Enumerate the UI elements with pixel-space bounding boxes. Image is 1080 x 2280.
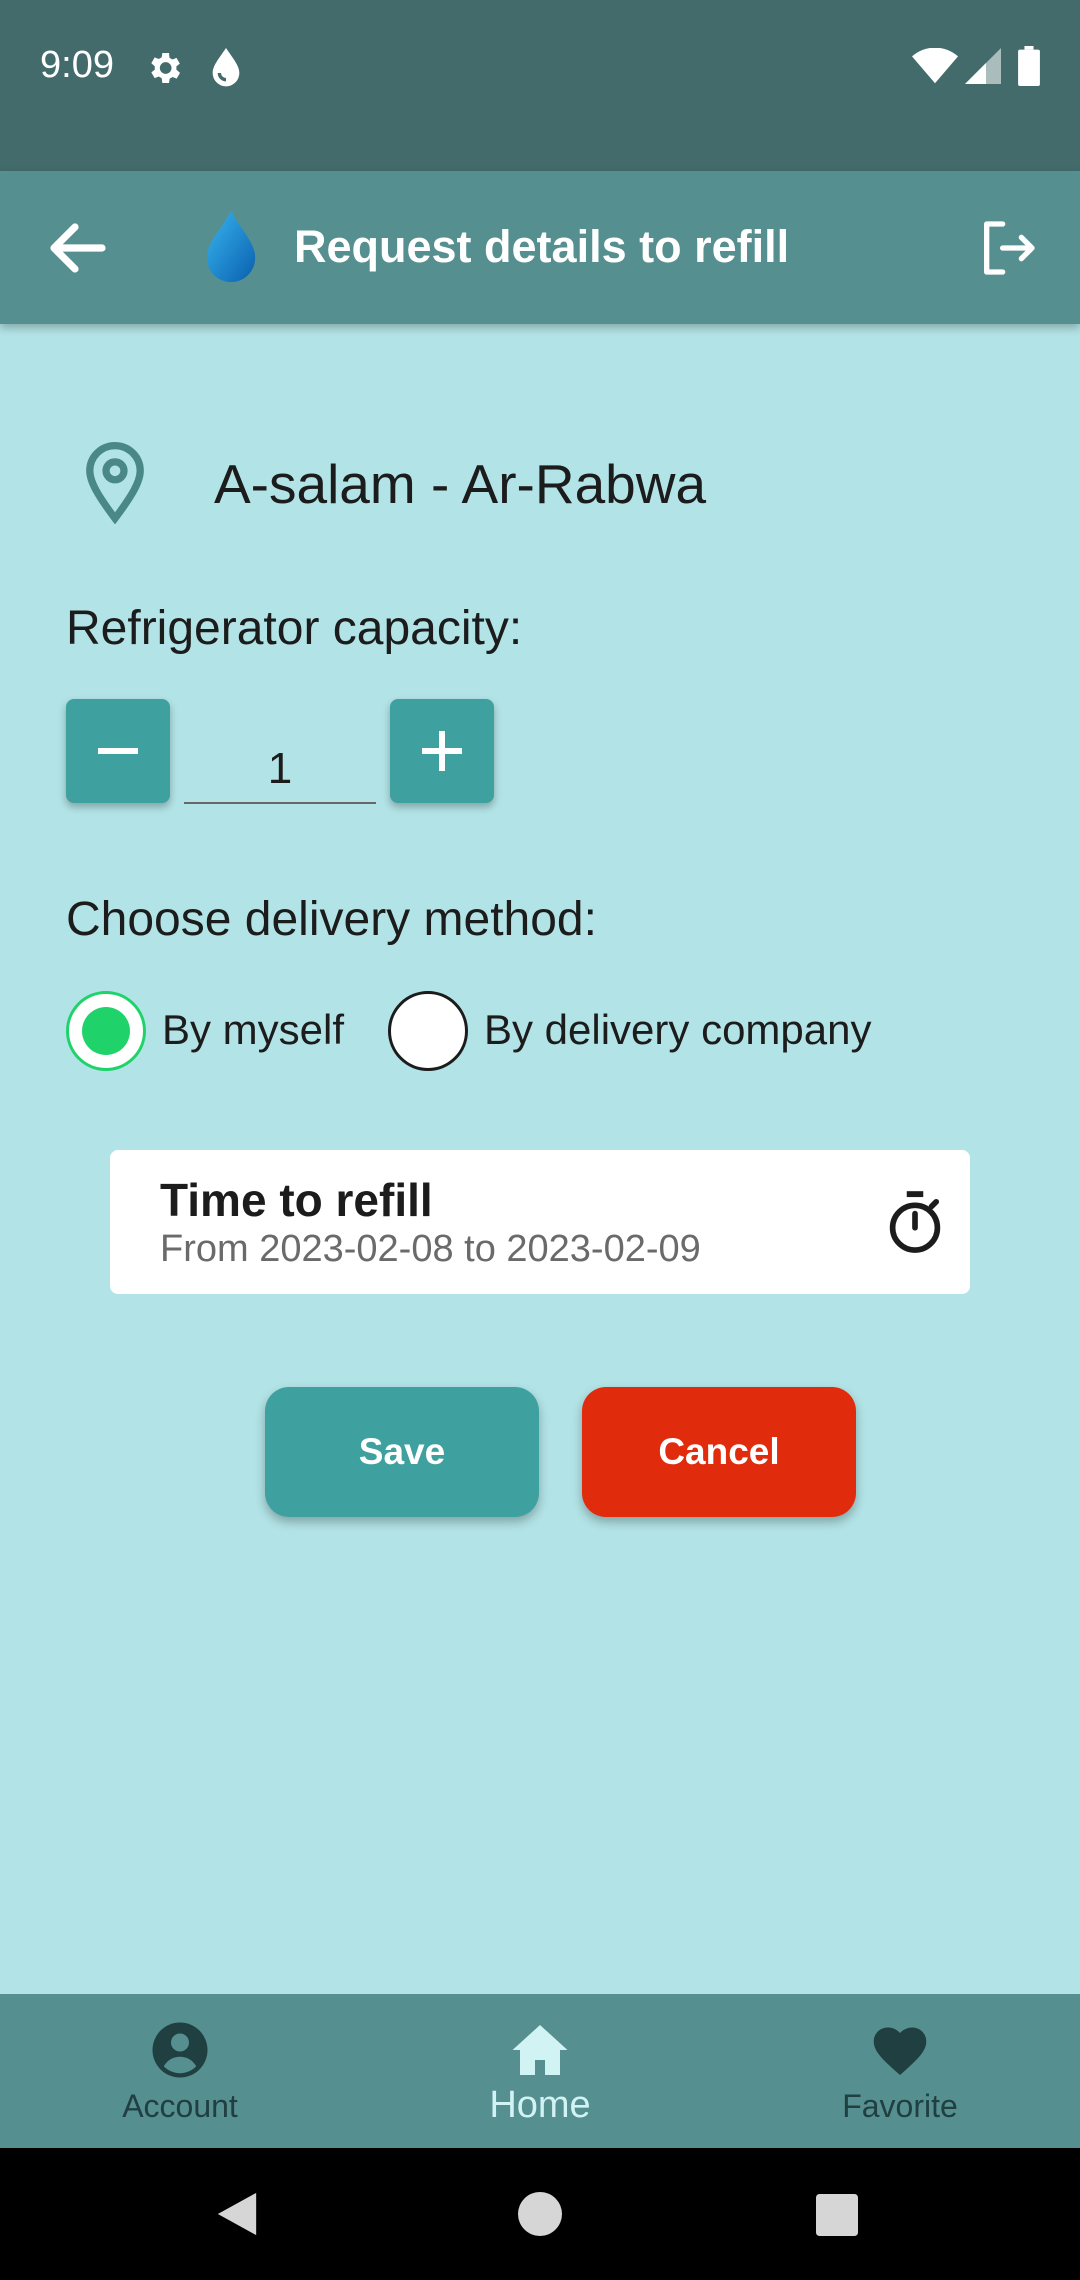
system-back-icon[interactable]: [214, 2190, 260, 2238]
status-time: 9:09: [40, 44, 114, 86]
radio-by-myself[interactable]: [66, 991, 146, 1071]
decrease-button[interactable]: [66, 699, 170, 803]
back-arrow-icon[interactable]: [42, 208, 114, 288]
radio-selected-dot: [82, 1007, 130, 1055]
refill-time-title: Time to refill: [160, 1174, 433, 1226]
refill-time-range: From 2023-02-08 to 2023-02-09: [160, 1228, 701, 1270]
water-drop-icon: [212, 48, 240, 87]
gear-icon: [151, 53, 180, 83]
nav-favorite-label: Favorite: [842, 2088, 958, 2124]
nav-home-label: Home: [489, 2084, 591, 2126]
location-name: A-salam - Ar-Rabwa: [214, 453, 707, 515]
capacity-input[interactable]: 1: [184, 736, 376, 804]
water-drop-icon: [206, 210, 256, 283]
nav-account-label: Account: [122, 2088, 238, 2124]
system-home-icon[interactable]: [518, 2192, 562, 2236]
minus-icon: [98, 748, 138, 754]
radio-label-by-myself[interactable]: By myself: [162, 1006, 344, 1054]
save-button[interactable]: Save: [265, 1387, 539, 1517]
signal-icon: [965, 48, 1001, 84]
account-icon: [152, 2022, 208, 2078]
page-title: Request details to refill: [294, 221, 790, 272]
cancel-button[interactable]: Cancel: [582, 1387, 856, 1517]
heart-icon: [873, 2027, 927, 2075]
logout-icon[interactable]: [976, 214, 1040, 282]
system-recents-icon[interactable]: [816, 2194, 858, 2236]
nav-home[interactable]: Home: [410, 1994, 670, 2148]
wifi-icon: [912, 48, 958, 84]
radio-by-delivery-company[interactable]: [388, 991, 468, 1071]
map-pin-icon: [86, 442, 144, 524]
timer-icon[interactable]: [886, 1190, 944, 1256]
nav-favorite[interactable]: Favorite: [770, 1994, 1030, 2148]
nav-account[interactable]: Account: [50, 1994, 310, 2148]
home-icon: [512, 2025, 568, 2075]
capacity-label: Refrigerator capacity:: [66, 602, 523, 655]
radio-label-by-delivery-company[interactable]: By delivery company: [484, 1006, 872, 1054]
battery-icon: [1018, 46, 1040, 86]
increase-button[interactable]: [390, 699, 494, 803]
delivery-method-label: Choose delivery method:: [66, 893, 597, 946]
plus-icon: [422, 731, 462, 771]
